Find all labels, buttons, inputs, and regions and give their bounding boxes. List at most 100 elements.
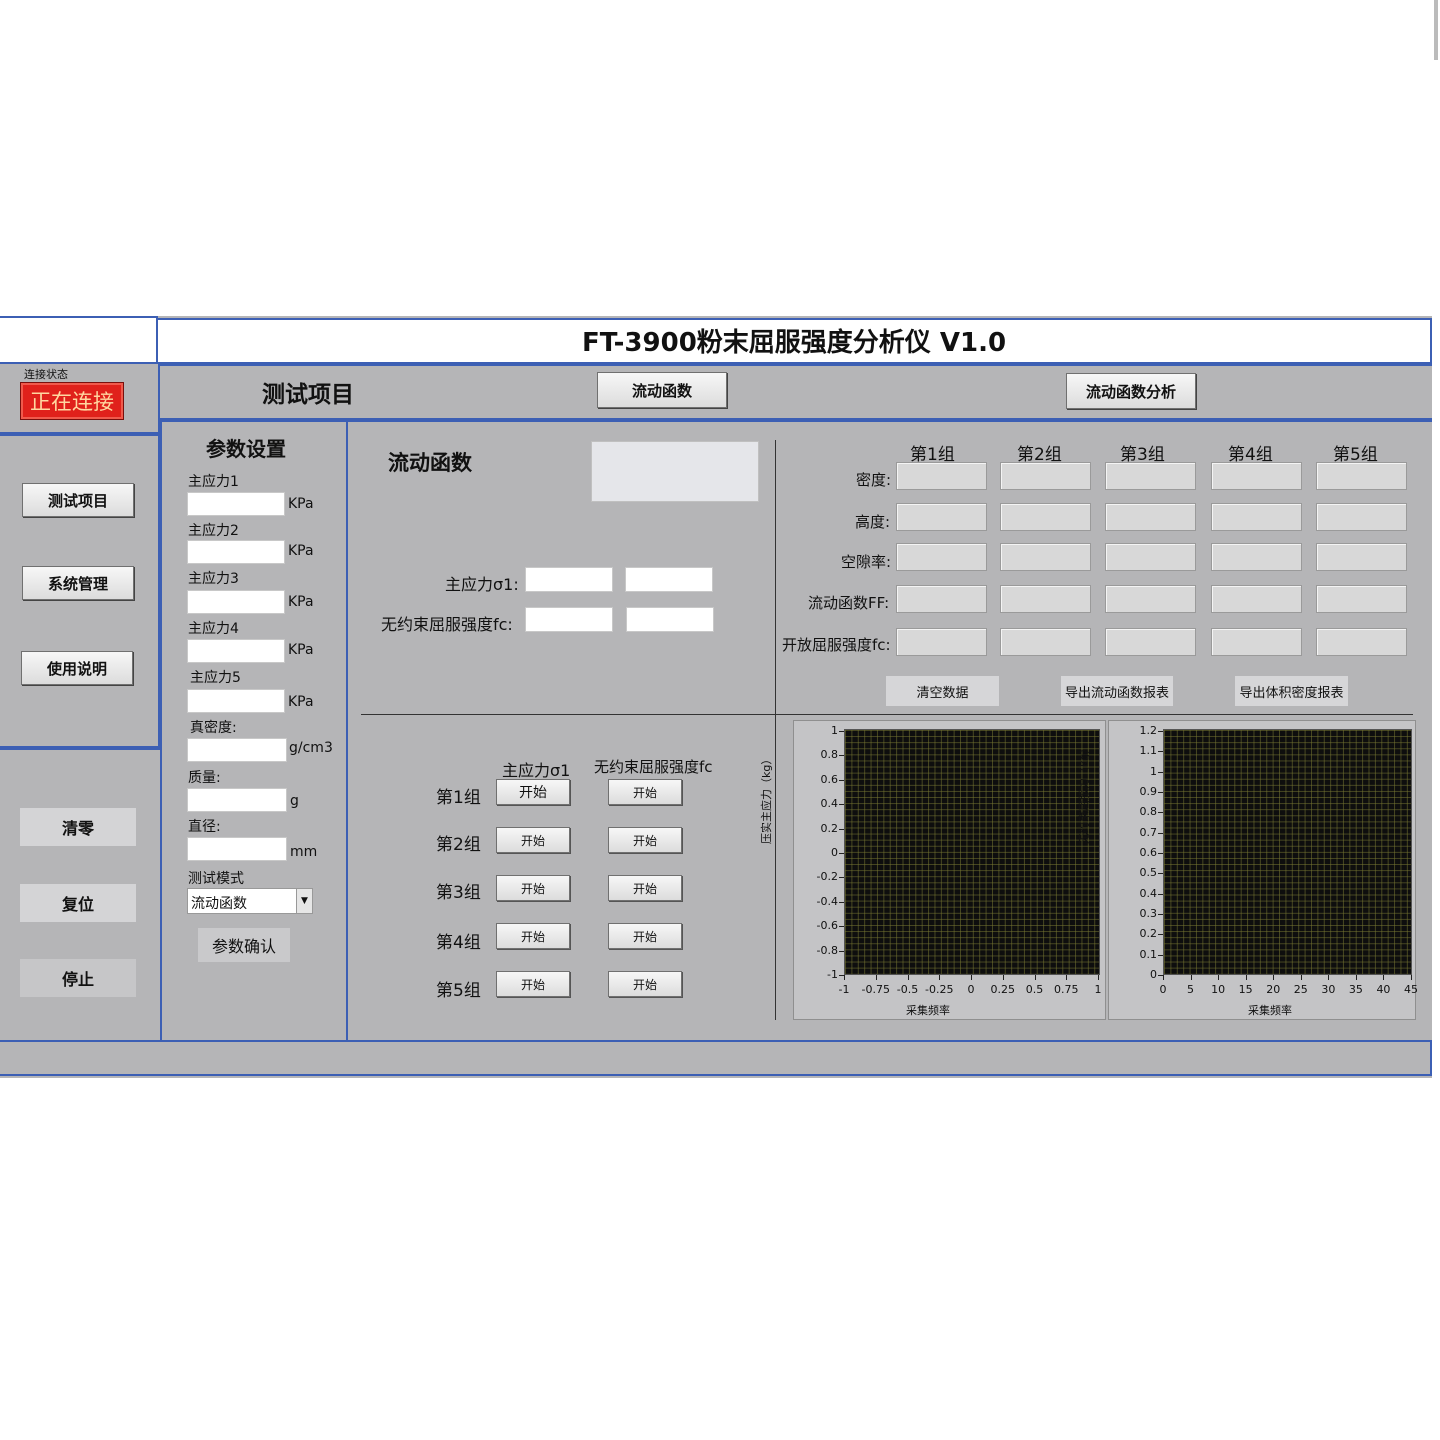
param-input-diameter[interactable] — [187, 837, 287, 861]
chevron-down-icon[interactable]: ▼ — [296, 889, 312, 913]
clear-data-button[interactable]: 清空数据 — [886, 676, 999, 706]
nav-test-items-button[interactable]: 测试项目 — [22, 483, 134, 517]
flow-function-button[interactable]: 流动函数 — [597, 372, 727, 408]
reset-button[interactable]: 复位 — [20, 884, 136, 922]
x-tick-mark — [1034, 975, 1036, 980]
nav-instructions-button[interactable]: 使用说明 — [21, 651, 133, 685]
result-cell-r1-c2 — [1000, 462, 1091, 490]
y-tick-label: -0.4 — [816, 894, 838, 908]
result-cell-r3-c4 — [1211, 543, 1302, 571]
y-tick-mark — [1158, 934, 1163, 936]
group-col-sigma: 主应力σ1 — [502, 761, 571, 780]
nav-system-management-button[interactable]: 系统管理 — [22, 566, 134, 600]
test-mode-select[interactable]: 流动函数 ▼ — [187, 888, 313, 914]
chart-fc-plot-area[interactable] — [1163, 729, 1412, 975]
chart-stress-plot-area[interactable] — [844, 729, 1100, 975]
param-label: 真密度: — [190, 720, 237, 736]
result-cell-r4-c2 — [1000, 585, 1091, 613]
y-tick-mark — [839, 926, 844, 928]
group-col-fc: 无约束屈服强度fc — [594, 758, 713, 776]
param-input-stress5[interactable] — [187, 689, 285, 713]
x-tick-mark — [939, 975, 941, 980]
param-label: 主应力3 — [188, 571, 239, 587]
export-density-report-button[interactable]: 导出体积密度报表 — [1235, 676, 1348, 706]
y-tick-mark — [839, 779, 844, 781]
y-tick-mark — [1158, 731, 1163, 732]
y-tick-mark — [839, 828, 844, 830]
sigma-label: 主应力σ1: — [445, 575, 519, 594]
group3-sigma-start-button[interactable]: 开始 — [496, 875, 570, 901]
param-input-density[interactable] — [187, 738, 287, 762]
y-tick-mark — [1158, 873, 1163, 875]
horizontal-divider — [361, 714, 1413, 715]
group4-fc-start-button[interactable]: 开始 — [608, 923, 682, 949]
status-bar — [0, 1040, 1432, 1076]
result-cell-r5-c3 — [1105, 628, 1196, 656]
y-tick-label: 0.6 — [820, 772, 839, 786]
group1-sigma-start-button[interactable]: 开始 — [496, 779, 570, 805]
result-cell-r1-c1 — [896, 462, 987, 490]
export-flow-report-button[interactable]: 导出流动函数报表 — [1061, 676, 1173, 706]
y-tick-mark — [839, 950, 844, 952]
x-tick-mark — [1411, 975, 1412, 980]
y-tick-label: 0 — [1150, 968, 1157, 981]
y-tick-label: 0.8 — [1139, 805, 1158, 819]
param-input-stress3[interactable] — [187, 590, 285, 614]
stop-button[interactable]: 停止 — [20, 959, 136, 997]
param-label: 直径: — [188, 819, 221, 835]
group-label-3: 第3组 — [436, 883, 481, 903]
group5-fc-start-button[interactable]: 开始 — [608, 971, 682, 997]
y-tick-label: 0.7 — [1139, 825, 1158, 839]
result-cell-r2-c3 — [1105, 503, 1196, 531]
x-tick-mark — [1273, 975, 1275, 980]
chart-stress-ylabel: 压实主应力（kg） — [759, 753, 773, 844]
result-row-ff: 流动函数FF: — [808, 594, 890, 612]
result-row-density: 密度: — [856, 471, 892, 489]
result-cell-r4-c1 — [896, 585, 987, 613]
group-label-1: 第1组 — [436, 788, 481, 808]
sigma-input-1[interactable] — [525, 567, 613, 592]
group2-fc-start-button[interactable]: 开始 — [608, 827, 682, 853]
result-cell-r3-c1 — [896, 543, 987, 571]
y-tick-mark — [839, 901, 844, 903]
param-input-stress2[interactable] — [187, 540, 285, 564]
result-cell-r4-c3 — [1105, 585, 1196, 613]
result-cell-r4-c5 — [1316, 585, 1407, 613]
y-tick-label: -0.6 — [816, 919, 838, 933]
y-tick-mark — [1158, 853, 1163, 854]
group4-sigma-start-button[interactable]: 开始 — [496, 923, 570, 949]
flow-analysis-button[interactable]: 流动函数分析 — [1066, 373, 1196, 409]
y-tick-label: 0 — [831, 846, 838, 859]
group5-sigma-start-button[interactable]: 开始 — [496, 971, 570, 997]
flow-display — [591, 441, 759, 502]
param-input-mass[interactable] — [187, 788, 287, 812]
window-right-edge — [1434, 0, 1438, 60]
zero-button[interactable]: 清零 — [20, 808, 136, 846]
param-label: 主应力5 — [190, 670, 241, 686]
x-tick-mark — [1328, 975, 1330, 980]
y-tick-label: 0.6 — [1139, 846, 1158, 859]
fc-input-2[interactable] — [626, 607, 714, 632]
fc-input-1[interactable] — [525, 607, 613, 632]
param-confirm-button[interactable]: 参数确认 — [198, 928, 290, 962]
param-input-stress4[interactable] — [187, 639, 285, 663]
params-title: 参数设置 — [206, 437, 286, 461]
group1-fc-start-button[interactable]: 开始 — [608, 779, 682, 805]
x-tick-mark — [1300, 975, 1302, 980]
group2-sigma-start-button[interactable]: 开始 — [496, 827, 570, 853]
param-input-stress1[interactable] — [187, 492, 285, 516]
param-unit: g — [290, 793, 299, 809]
group3-fc-start-button[interactable]: 开始 — [608, 875, 682, 901]
param-unit: KPa — [288, 694, 314, 710]
vertical-divider — [775, 440, 776, 1020]
result-cell-r2-c1 — [896, 503, 987, 531]
sigma-input-2[interactable] — [625, 567, 713, 592]
y-tick-label: 0.5 — [1139, 866, 1158, 880]
y-tick-label: 0.4 — [1139, 886, 1158, 900]
y-tick-label: 0.1 — [1139, 947, 1158, 961]
x-tick-mark — [1218, 975, 1220, 980]
x-tick-mark — [1245, 975, 1247, 980]
result-cell-r2-c2 — [1000, 503, 1091, 531]
param-unit: g/cm3 — [289, 740, 333, 756]
result-cell-r3-c5 — [1316, 543, 1407, 571]
